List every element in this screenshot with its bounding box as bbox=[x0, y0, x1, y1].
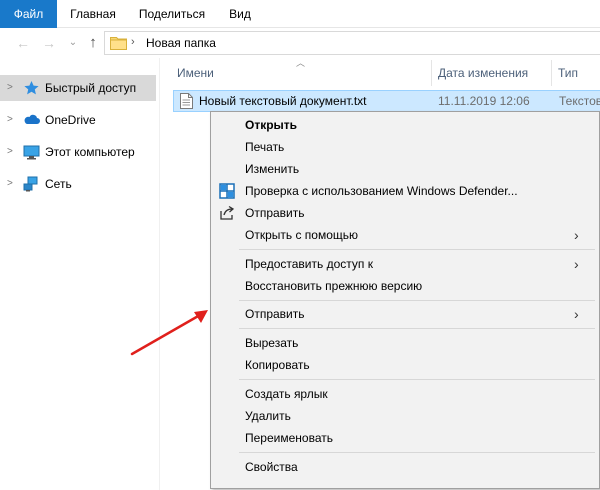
menu-item-open[interactable]: Открыть bbox=[211, 114, 600, 136]
chevron-down-icon[interactable]: ⌄ bbox=[64, 34, 82, 52]
chevron-right-icon: › bbox=[574, 306, 579, 322]
menu-item-restore-previous[interactable]: Восстановить прежнюю версию bbox=[211, 275, 600, 297]
menu-item-label: Отправить bbox=[245, 206, 305, 220]
menu-item-label: Отправить bbox=[245, 307, 305, 321]
chevron-right-icon: › bbox=[574, 256, 579, 272]
file-row[interactable]: Новый текстовый документ.txt 11.11.2019 … bbox=[173, 90, 600, 112]
menu-item-rename[interactable]: Переименовать bbox=[211, 427, 600, 449]
tab-view[interactable]: Вид bbox=[215, 0, 265, 28]
menu-item-label: Свойства bbox=[245, 460, 298, 474]
sidebar-item-network[interactable]: > Сеть bbox=[0, 171, 156, 197]
forward-arrow-icon[interactable]: → bbox=[40, 34, 58, 52]
column-header-date[interactable]: Дата изменения bbox=[438, 60, 528, 86]
chevron-right-icon[interactable]: > bbox=[7, 171, 13, 197]
menu-separator bbox=[239, 379, 595, 380]
menu-item-cut[interactable]: Вырезать bbox=[211, 332, 600, 354]
ribbon: Файл Главная Поделиться Вид bbox=[0, 0, 600, 28]
column-header-name[interactable]: Имени bbox=[177, 60, 214, 86]
sidebar-item-label: Этот компьютер bbox=[45, 145, 135, 159]
cloud-icon bbox=[24, 114, 40, 124]
context-menu: Открыть Печать Изменить Проверка с испол… bbox=[210, 111, 600, 489]
chevron-right-icon[interactable]: > bbox=[7, 107, 13, 133]
column-divider[interactable] bbox=[551, 60, 552, 86]
menu-item-delete[interactable]: Удалить bbox=[211, 405, 600, 427]
menu-item-label: Переименовать bbox=[245, 431, 333, 445]
menu-item-open-with[interactable]: Открыть с помощью › bbox=[211, 224, 600, 246]
menu-item-label: Открыть с помощью bbox=[245, 228, 359, 242]
sort-up-icon: ︿ bbox=[296, 58, 306, 68]
breadcrumb[interactable]: Новая папка bbox=[146, 36, 216, 50]
tab-share[interactable]: Поделиться bbox=[129, 0, 215, 28]
menu-item-label: Создать ярлык bbox=[245, 387, 328, 401]
menu-item-properties[interactable]: Свойства bbox=[211, 456, 600, 478]
network-icon bbox=[23, 176, 38, 192]
file-name: Новый текстовый документ.txt bbox=[199, 94, 367, 108]
menu-item-share[interactable]: Отправить bbox=[211, 202, 600, 224]
menu-item-label: Вырезать bbox=[245, 336, 299, 350]
menu-item-label: Проверка с использованием Windows Defend… bbox=[245, 184, 518, 198]
menu-item-label: Удалить bbox=[245, 409, 291, 423]
menu-item-print[interactable]: Печать bbox=[211, 136, 600, 158]
menu-item-label: Предоставить доступ к bbox=[245, 257, 373, 271]
star-icon bbox=[24, 81, 39, 95]
folder-icon bbox=[110, 37, 127, 50]
menu-item-label: Копировать bbox=[245, 358, 310, 372]
sidebar-item-label: Быстрый доступ bbox=[45, 81, 137, 95]
defender-shield-icon bbox=[219, 183, 235, 199]
back-arrow-icon[interactable]: ← bbox=[14, 34, 32, 52]
up-arrow-icon[interactable]: ↑ bbox=[84, 34, 102, 52]
sidebar-item-this-pc[interactable]: > Этот компьютер bbox=[0, 139, 156, 165]
menu-separator bbox=[239, 452, 595, 453]
sidebar-item-onedrive[interactable]: > OneDrive bbox=[0, 107, 156, 133]
red-arrow-annotation bbox=[130, 310, 208, 356]
tab-home[interactable]: Главная bbox=[57, 0, 129, 28]
menu-item-send-to[interactable]: Отправить › bbox=[211, 303, 600, 325]
column-header-type[interactable]: Тип bbox=[558, 60, 578, 86]
menu-item-label: Печать bbox=[245, 140, 285, 154]
menu-separator bbox=[239, 300, 595, 301]
menu-item-edit[interactable]: Изменить bbox=[211, 158, 600, 180]
menu-item-give-access[interactable]: Предоставить доступ к › bbox=[211, 253, 600, 275]
menu-item-create-shortcut[interactable]: Создать ярлык bbox=[211, 383, 600, 405]
address-bar[interactable]: › Новая папка bbox=[104, 31, 600, 55]
menu-item-copy[interactable]: Копировать bbox=[211, 354, 600, 376]
menu-separator bbox=[239, 249, 595, 250]
menu-separator bbox=[239, 328, 595, 329]
navigation-pane: > Быстрый доступ > OneDrive > Этот компь… bbox=[0, 58, 160, 490]
file-type: Текстов bbox=[559, 94, 600, 108]
navigation-bar: ← → ⌄ ↑ › Новая папка bbox=[0, 28, 600, 58]
column-divider[interactable] bbox=[431, 60, 432, 86]
sidebar-item-quick-access[interactable]: > Быстрый доступ bbox=[0, 75, 156, 101]
computer-icon bbox=[23, 145, 40, 160]
menu-item-label: Открыть bbox=[245, 118, 298, 132]
chevron-right-icon[interactable]: > bbox=[7, 139, 13, 165]
text-file-icon bbox=[180, 93, 193, 109]
menu-item-label: Восстановить прежнюю версию bbox=[245, 279, 423, 293]
chevron-right-icon: › bbox=[574, 227, 579, 243]
tab-file[interactable]: Файл bbox=[0, 0, 57, 28]
sidebar-item-label: OneDrive bbox=[45, 113, 96, 127]
breadcrumb-separator-icon: › bbox=[131, 36, 135, 48]
menu-item-label: Изменить bbox=[245, 162, 300, 176]
sidebar-item-label: Сеть bbox=[45, 177, 72, 191]
menu-item-defender-scan[interactable]: Проверка с использованием Windows Defend… bbox=[211, 180, 600, 202]
file-date: 11.11.2019 12:06 bbox=[438, 94, 530, 108]
share-icon bbox=[220, 205, 235, 220]
chevron-right-icon[interactable]: > bbox=[7, 75, 13, 101]
